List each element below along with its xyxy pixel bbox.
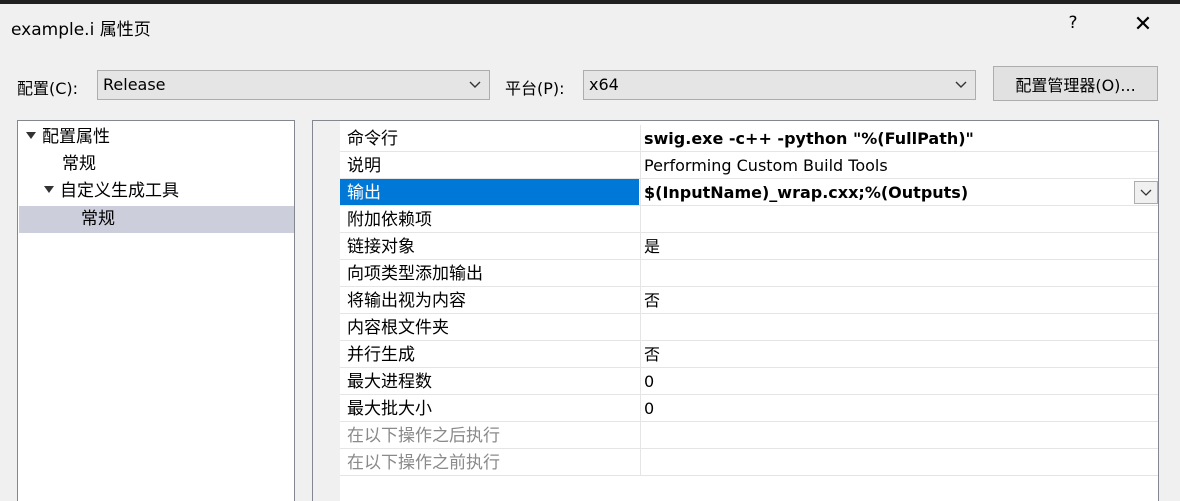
platform-value: x64	[589, 75, 619, 94]
property-value[interactable]: 是	[640, 233, 1158, 259]
tree-item-custom-build-general[interactable]: 常规	[19, 206, 294, 233]
property-value[interactable]	[640, 206, 1158, 232]
config-dropdown[interactable]: Release	[97, 70, 490, 100]
property-name: 最大批大小	[347, 399, 432, 419]
close-button[interactable]: ✕	[1128, 10, 1158, 40]
property-value[interactable]: Performing Custom Build Tools	[640, 152, 1158, 178]
property-name: 说明	[347, 156, 381, 176]
property-row[interactable]: 内容根文件夹	[340, 314, 1158, 341]
tree-item-config-properties[interactable]: 配置属性	[26, 124, 110, 151]
property-row[interactable]: 将输出视为内容 否	[340, 287, 1158, 314]
property-row[interactable]: 最大批大小 0	[340, 395, 1158, 422]
property-tree: 配置属性 常规 自定义生成工具 常规	[17, 120, 295, 501]
chevron-down-icon	[955, 81, 967, 88]
property-value[interactable]: $(InputName)_wrap.cxx;%(Outputs)	[640, 179, 1158, 205]
tree-item-label: 常规	[62, 154, 96, 174]
property-value[interactable]	[640, 260, 1158, 286]
value-dropdown-button[interactable]	[1134, 181, 1158, 204]
config-label: 配置(C):	[17, 79, 79, 98]
property-row-disabled[interactable]: 在以下操作之前执行	[340, 449, 1158, 476]
property-name: 在以下操作之前执行	[347, 453, 500, 473]
platform-dropdown[interactable]: x64	[583, 70, 976, 100]
platform-label: 平台(P):	[505, 79, 565, 98]
expand-triangle-icon[interactable]	[44, 186, 54, 193]
chevron-down-icon	[1140, 189, 1152, 196]
property-row[interactable]: 命令行 swig.exe -c++ -python "%(FullPath)"	[340, 125, 1158, 152]
property-row[interactable]: 并行生成 否	[340, 341, 1158, 368]
property-name: 链接对象	[347, 237, 415, 257]
property-value[interactable]	[640, 422, 1158, 448]
tree-item-label: 自定义生成工具	[60, 181, 179, 201]
tree-item-custom-build-tool[interactable]: 自定义生成工具	[44, 178, 179, 205]
property-grid: 命令行 swig.exe -c++ -python "%(FullPath)" …	[312, 120, 1159, 501]
property-value[interactable]: 否	[640, 287, 1158, 313]
property-row-selected[interactable]: 输出 $(InputName)_wrap.cxx;%(Outputs)	[340, 179, 1158, 206]
property-row[interactable]: 最大进程数 0	[340, 368, 1158, 395]
property-value-text: $(InputName)_wrap.cxx;%(Outputs)	[644, 183, 969, 202]
property-name: 并行生成	[347, 345, 415, 365]
property-name: 向项类型添加输出	[347, 264, 483, 284]
config-manager-button[interactable]: 配置管理器(O)...	[993, 66, 1158, 101]
property-name: 最大进程数	[347, 372, 432, 392]
property-value[interactable]: 否	[640, 341, 1158, 367]
config-value: Release	[103, 75, 166, 94]
property-row[interactable]: 附加依赖项	[340, 206, 1158, 233]
property-name: 内容根文件夹	[347, 318, 449, 338]
tree-item-general[interactable]: 常规	[62, 151, 96, 178]
tree-item-label: 常规	[81, 209, 115, 229]
property-name: 在以下操作之后执行	[347, 426, 500, 446]
window-top-border	[0, 0, 1180, 4]
property-row-disabled[interactable]: 在以下操作之后执行	[340, 422, 1158, 449]
property-name: 命令行	[347, 129, 398, 149]
property-row[interactable]: 链接对象 是	[340, 233, 1158, 260]
help-button[interactable]: ?	[1062, 13, 1084, 33]
property-name: 输出	[340, 179, 639, 205]
property-value[interactable]: 0	[640, 368, 1158, 394]
property-name: 将输出视为内容	[347, 291, 466, 311]
tree-item-label: 配置属性	[42, 127, 110, 147]
grid-gutter	[313, 121, 340, 501]
property-value[interactable]	[640, 314, 1158, 340]
property-row[interactable]: 向项类型添加输出	[340, 260, 1158, 287]
property-row[interactable]: 说明 Performing Custom Build Tools	[340, 152, 1158, 179]
expand-triangle-icon[interactable]	[26, 132, 36, 139]
property-value[interactable]: 0	[640, 395, 1158, 421]
property-value[interactable]	[640, 449, 1158, 475]
chevron-down-icon	[469, 81, 481, 88]
window-title: example.i 属性页	[11, 20, 151, 40]
property-name: 附加依赖项	[347, 210, 432, 230]
property-value[interactable]: swig.exe -c++ -python "%(FullPath)"	[640, 125, 1158, 151]
